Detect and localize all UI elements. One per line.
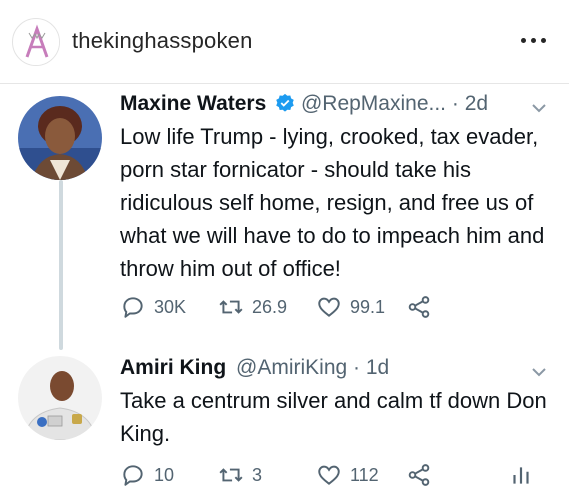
reply-count: 10 [154, 464, 175, 485]
author-handle[interactable]: @RepMaxine... [301, 92, 446, 115]
author-name[interactable]: Maxine Waters [120, 92, 266, 115]
account-avatar[interactable] [12, 18, 60, 66]
author-name[interactable]: Amiri King [120, 356, 226, 379]
reply-icon [123, 297, 143, 318]
analytics-icon [513, 467, 529, 484]
reply-button[interactable]: 10 [120, 460, 174, 490]
retweet-icon [219, 300, 243, 314]
chevron-down-icon[interactable] [531, 100, 547, 116]
retweet-count: 26.9 [252, 296, 288, 317]
verified-badge-icon [276, 93, 294, 112]
tweet-avatar-amiri[interactable] [18, 356, 102, 440]
like-count: 112 [350, 464, 379, 485]
retweet-button[interactable]: 26.9 [218, 292, 287, 322]
retweet-icon [219, 468, 243, 482]
more-options-icon[interactable] [521, 24, 551, 54]
heart-icon [318, 465, 340, 485]
tweet-text: Low life Trump - lying, crooked, tax eva… [120, 124, 545, 281]
account-username[interactable]: thekinghasspoken [72, 28, 253, 54]
thread-line [59, 180, 63, 350]
tweet-header: Maxine Waters @RepMaxine... · 2d [120, 92, 488, 116]
crown-logo-icon [14, 20, 59, 65]
reply-icon [123, 465, 143, 486]
like-count: 99.1 [350, 296, 386, 317]
share-icon [408, 464, 430, 486]
like-button[interactable]: 99.1 [316, 292, 385, 322]
heart-icon [318, 297, 340, 317]
separator-dot: · [353, 356, 366, 379]
share-button[interactable] [406, 460, 432, 490]
post-header: thekinghasspoken [0, 0, 569, 84]
reply-button[interactable]: 30K [120, 292, 186, 322]
separator-dot: · [451, 92, 465, 115]
share-icon [408, 296, 430, 318]
tweet-text: Take a centrum silver and calm tf down D… [120, 388, 547, 446]
like-button[interactable]: 112 [316, 460, 379, 490]
author-handle[interactable]: @AmiriKing [236, 356, 347, 379]
chevron-down-icon[interactable] [531, 364, 547, 380]
retweet-count: 3 [252, 464, 263, 485]
reply-count: 30K [154, 296, 187, 317]
retweet-button[interactable]: 3 [218, 460, 262, 490]
tweet-header: Amiri King @AmiriKing · 1d [120, 356, 389, 380]
share-button[interactable] [406, 292, 432, 322]
tweet-avatar-maxine[interactable] [18, 96, 102, 180]
tweet-time[interactable]: 2d [465, 92, 488, 115]
analytics-button[interactable] [508, 460, 534, 490]
tweet-time[interactable]: 1d [366, 356, 389, 379]
